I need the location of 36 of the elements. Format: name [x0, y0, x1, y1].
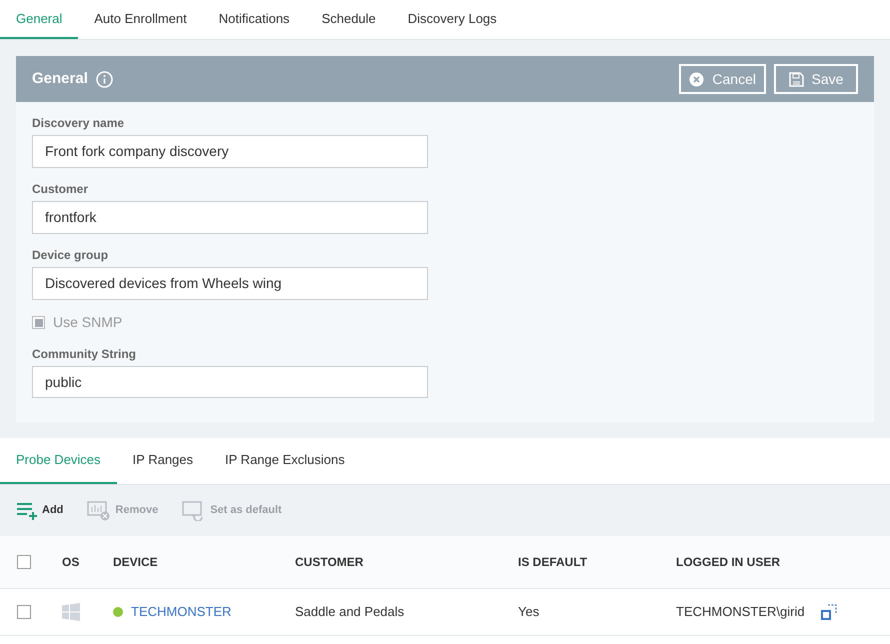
- toolbar-button[interactable]: Add: [16, 502, 64, 520]
- tab[interactable]: IP Ranges: [116, 438, 210, 484]
- windows-icon: [62, 603, 80, 621]
- field-label: Community String: [32, 346, 137, 363]
- text-field[interactable]: Front fork company discovery: [32, 135, 428, 168]
- column-header: IS DEFAULT: [518, 554, 588, 571]
- field-label: Customer: [32, 181, 90, 198]
- monitor-remove-icon: [87, 500, 112, 520]
- tab[interactable]: Probe Devices: [0, 438, 117, 484]
- tab[interactable]: General: [0, 0, 78, 39]
- table-cell-text: Yes: [518, 603, 540, 622]
- panel-title: General: [32, 68, 88, 89]
- field-label: Device group: [32, 247, 110, 264]
- tab[interactable]: Notifications: [202, 0, 306, 39]
- column-header: OS: [62, 554, 80, 571]
- device-link[interactable]: TECHMONSTER: [131, 602, 232, 622]
- remote-session-icon[interactable]: [820, 604, 837, 620]
- column-header: LOGGED IN USER: [676, 554, 782, 571]
- column-header: CUSTOMER: [295, 554, 364, 571]
- table-cell-text: TECHMONSTER\girid: [676, 603, 805, 622]
- checkbox[interactable]: [17, 555, 31, 569]
- table-cell-text: Saddle and Pedals: [295, 603, 406, 622]
- field-label: Discovery name: [32, 115, 126, 132]
- column-header: DEVICE: [113, 554, 159, 571]
- tab[interactable]: Schedule: [306, 0, 392, 39]
- tab[interactable]: IP Range Exclusions: [209, 438, 361, 484]
- text-field[interactable]: Discovered devices from Wheels wing: [32, 267, 428, 300]
- tab[interactable]: Auto Enrollment: [78, 0, 203, 39]
- info-icon: [96, 70, 113, 88]
- checkbox[interactable]: [17, 605, 31, 619]
- text-field[interactable]: frontfork: [32, 201, 428, 234]
- add-list-icon: [16, 502, 38, 520]
- tab[interactable]: Discovery Logs: [392, 0, 513, 39]
- text-field[interactable]: public: [32, 366, 428, 398]
- close-icon: [689, 72, 704, 86]
- checkbox-label: Use SNMP: [53, 313, 122, 332]
